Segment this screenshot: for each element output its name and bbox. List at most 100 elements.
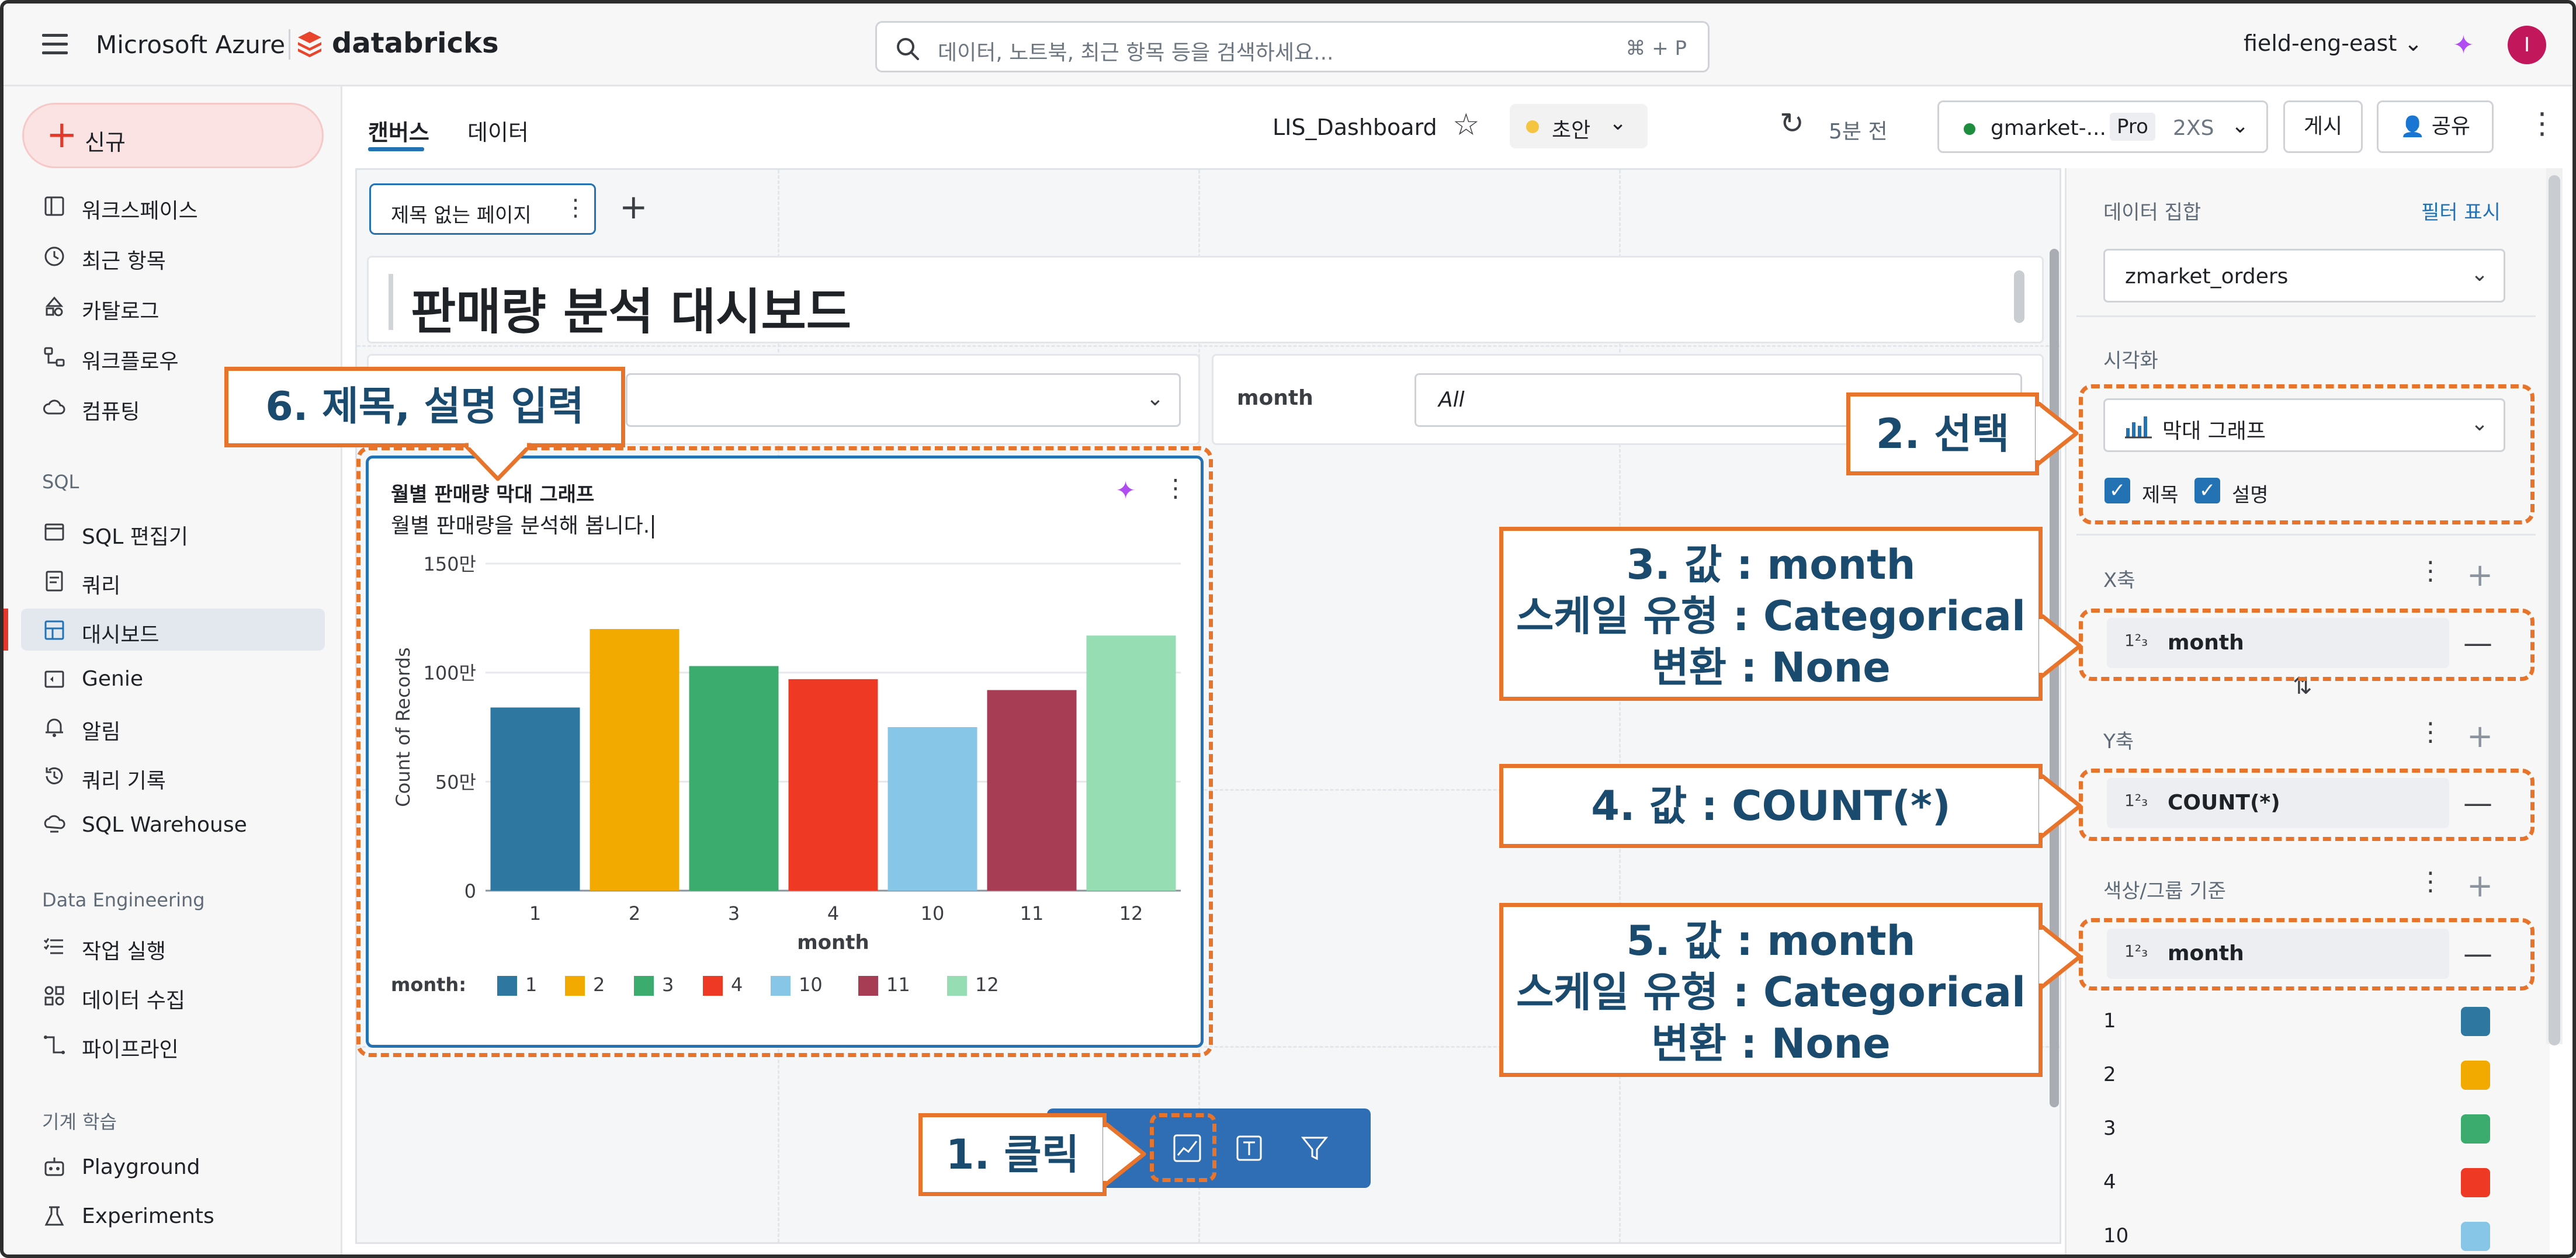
- job-runs-icon: [42, 934, 67, 959]
- sidebar-item-workspace[interactable]: 워크스페이스: [21, 185, 325, 227]
- sidebar-item-label: 쿼리 기록: [82, 769, 166, 793]
- sidebar-item-query-history[interactable]: 쿼리 기록: [21, 755, 325, 797]
- share-button[interactable]: 👤 공유: [2377, 100, 2494, 153]
- widget-scrollbar[interactable]: [2014, 270, 2024, 323]
- add-color-field-icon[interactable]: +: [2467, 870, 2493, 902]
- sidebar-item-catalog[interactable]: 카탈로그: [21, 285, 325, 327]
- color-legend-label: 4: [2103, 1170, 2116, 1194]
- color-legend-row[interactable]: 1: [2103, 1005, 2512, 1040]
- more-options-icon[interactable]: ⋮: [2418, 867, 2443, 896]
- sidebar-item-playground[interactable]: Playground: [21, 1146, 325, 1188]
- color-swatch[interactable]: [2461, 1061, 2490, 1090]
- callout-step-3-line: 스케일 유형 : Categorical: [1516, 592, 2026, 640]
- more-options-icon[interactable]: ⋮: [564, 194, 587, 221]
- callout-step-6: 6. 제목, 설명 입력: [224, 367, 625, 447]
- color-swatch[interactable]: [2461, 1222, 2490, 1251]
- filter-label: month: [1237, 386, 1313, 410]
- show-filters-link[interactable]: 필터 표시: [2421, 196, 2501, 225]
- sidebar-item-label: 대시보드: [82, 623, 160, 647]
- more-options-icon[interactable]: ⋮: [2418, 717, 2443, 747]
- color-swatch[interactable]: [2461, 1007, 2490, 1036]
- ingestion-icon: [42, 984, 67, 1008]
- search-placeholder: 데이터, 노트북, 최근 항목 등을 검색하세요...: [938, 41, 1334, 65]
- new-button[interactable]: + 신규: [22, 103, 324, 168]
- annotation-highlight-y-axis: [2079, 769, 2535, 841]
- chevron-down-icon: ⌄: [2404, 30, 2423, 56]
- more-options-icon[interactable]: ⋮: [2528, 106, 2557, 140]
- cloud-icon: [42, 395, 67, 419]
- brand-databricks-label: databricks: [332, 27, 499, 60]
- catalog-icon: [42, 294, 67, 319]
- sidebar-item-label: SQL 편집기: [82, 525, 189, 549]
- sidebar-item-label: 최근 항목: [82, 249, 166, 273]
- dashboard-title-widget[interactable]: 판매량 분석 대시보드: [367, 256, 2044, 343]
- sidebar-item-sql-warehouses[interactable]: SQL Warehouse: [21, 804, 325, 846]
- page-tab[interactable]: 제목 없는 페이지 ⋮: [369, 183, 596, 235]
- y-axis-label: Y축: [2103, 730, 2134, 753]
- annotation-highlight-viz-button: [1150, 1113, 1216, 1182]
- add-x-field-icon[interactable]: +: [2467, 560, 2493, 591]
- sidebar-item-pipelines[interactable]: 파이프라인: [21, 1023, 325, 1065]
- color-swatch[interactable]: [2461, 1168, 2490, 1197]
- tab-data[interactable]: 데이터: [467, 114, 529, 147]
- dashboard-name[interactable]: LIS_Dashboard: [1273, 114, 1437, 140]
- workspace-name: field-eng-east: [2244, 30, 2397, 56]
- dashboard-title: 판매량 분석 대시보드: [411, 283, 852, 340]
- dashboard-icon: [42, 618, 67, 642]
- workspace-switcher[interactable]: field-eng-east ⌄: [2244, 30, 2422, 56]
- sidebar-item-genie[interactable]: Genie: [21, 658, 325, 700]
- add-text-icon[interactable]: [1233, 1132, 1266, 1165]
- search-input[interactable]: 데이터, 노트북, 최근 항목 등을 검색하세요... ⌘ + P: [875, 21, 1710, 72]
- publish-button[interactable]: 게시: [2283, 100, 2363, 153]
- sidebar-item-experiments[interactable]: Experiments: [21, 1195, 325, 1237]
- panel-scrollbar-thumb[interactable]: [2549, 175, 2560, 1045]
- menu-icon[interactable]: [42, 34, 68, 55]
- callout-step-5-line: 5. 값 : month: [1626, 917, 1916, 965]
- color-swatch[interactable]: [2461, 1114, 2490, 1144]
- sidebar-item-label: 파이프라인: [82, 1038, 179, 1062]
- callout-step-1: 1. 클릭: [918, 1113, 1107, 1196]
- warehouse-tier-badge: Pro: [2110, 113, 2155, 141]
- color-legend-row[interactable]: 10: [2103, 1219, 2512, 1254]
- warehouse-selector[interactable]: gmarket-... Pro 2XS ⌄: [1937, 100, 2268, 153]
- filter-select[interactable]: ⌄: [626, 373, 1181, 427]
- color-legend-row[interactable]: 2: [2103, 1058, 2512, 1093]
- sidebar-item-job-runs[interactable]: 작업 실행: [21, 925, 325, 967]
- tab-active-indicator: [368, 147, 424, 151]
- color-legend-row[interactable]: 3: [2103, 1112, 2512, 1147]
- sidebar-item-recents[interactable]: 최근 항목: [21, 235, 325, 277]
- refresh-icon[interactable]: ↻: [1780, 106, 1804, 140]
- sidebar-item-dashboards[interactable]: 대시보드: [21, 609, 325, 651]
- sidebar-item-data-ingestion[interactable]: 데이터 수집: [21, 974, 325, 1016]
- callout-step-3: 3. 값 : month 스케일 유형 : Categorical 변환 : N…: [1499, 527, 2043, 701]
- assistant-sparkle-icon[interactable]: ✦: [2453, 30, 2474, 60]
- brand-databricks[interactable]: databricks: [296, 27, 499, 60]
- bell-icon: [42, 715, 67, 739]
- sidebar-item-label: Playground: [82, 1155, 200, 1179]
- dataset-select[interactable]: zmarket_orders ⌄: [2103, 249, 2505, 303]
- dataset-value: zmarket_orders: [2125, 265, 2289, 289]
- sidebar-section-sql: SQL: [42, 471, 79, 493]
- annotation-highlight-chart: [356, 446, 1213, 1057]
- draft-status-dropdown[interactable]: 초안 ⌄: [1510, 104, 1648, 148]
- annotation-highlight-color: [2079, 918, 2535, 991]
- chevron-down-icon: ⌄: [2231, 114, 2249, 138]
- callout-pointer: [2039, 925, 2082, 989]
- color-group-label: 색상/그룹 기준: [2103, 880, 2226, 903]
- more-options-icon[interactable]: ⋮: [2418, 556, 2443, 586]
- sidebar-section-data-engineering: Data Engineering: [42, 889, 205, 911]
- add-y-field-icon[interactable]: +: [2467, 721, 2493, 752]
- panel-scrollbar[interactable]: [2546, 168, 2563, 1045]
- tab-canvas[interactable]: 캔버스: [368, 114, 429, 147]
- pipeline-icon: [42, 1033, 67, 1057]
- sidebar-item-label: Genie: [82, 667, 144, 691]
- sidebar-item-queries[interactable]: 쿼리: [21, 560, 325, 602]
- color-legend-row[interactable]: 4: [2103, 1166, 2512, 1201]
- avatar[interactable]: I: [2508, 26, 2546, 64]
- sidebar-item-sql-editor[interactable]: SQL 편집기: [21, 510, 325, 552]
- sidebar-item-label: 카탈로그: [82, 300, 160, 324]
- add-page-icon[interactable]: +: [619, 189, 648, 224]
- star-icon[interactable]: ☆: [1452, 107, 1480, 143]
- add-filter-icon[interactable]: [1298, 1132, 1331, 1165]
- sidebar-item-alerts[interactable]: 알림: [21, 706, 325, 748]
